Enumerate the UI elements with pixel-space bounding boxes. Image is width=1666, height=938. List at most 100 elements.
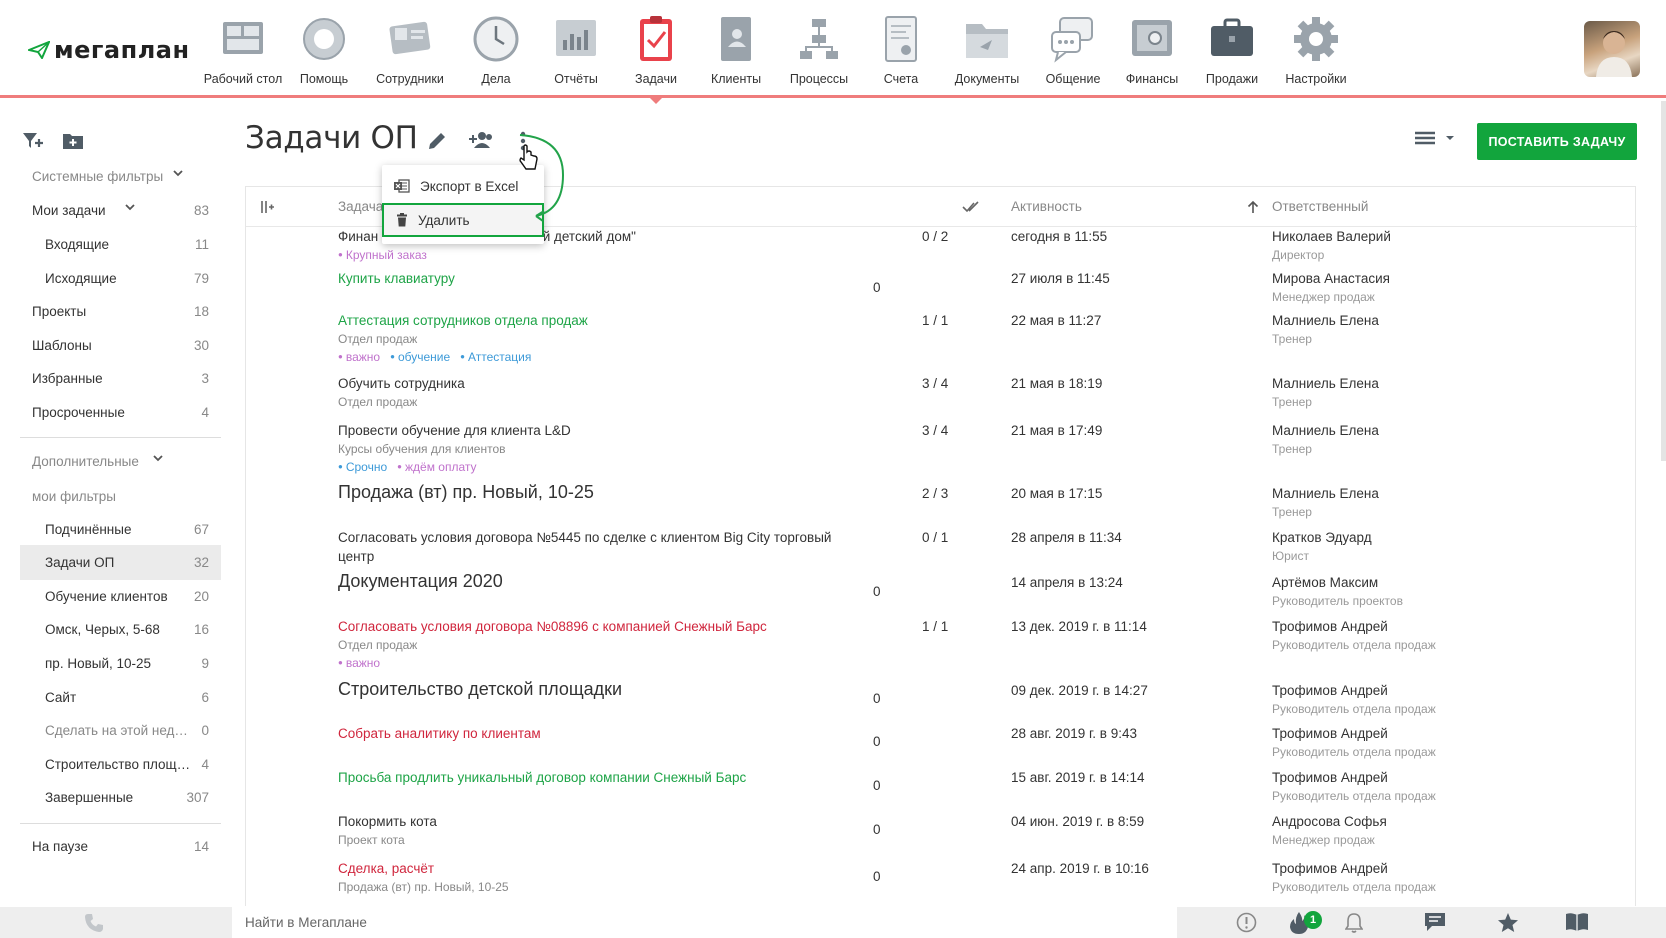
sidebar-item-overdue[interactable]: Просроченные 4 xyxy=(20,395,221,430)
responsible-role: Менеджер продаж xyxy=(1272,833,1375,847)
responsible-name[interactable]: Николаев Валерий xyxy=(1272,229,1391,244)
responsible-name[interactable]: Трофимов Андрей xyxy=(1272,726,1388,741)
sidebar-system-filters[interactable]: Системные фильтры xyxy=(20,159,221,194)
task-tag[interactable]: ждём оплату xyxy=(397,460,477,474)
table-row[interactable]: Собрать аналитику по клиентам 0 28 авг. … xyxy=(246,726,1637,766)
nav-invoices[interactable]: Счета xyxy=(853,14,949,86)
responsible-name[interactable]: Мирова Анастасия xyxy=(1272,271,1390,286)
double-check-icon[interactable] xyxy=(962,201,980,213)
task-title[interactable]: Документация 2020 xyxy=(338,571,503,592)
sidebar-filter-item[interactable]: Сделать на этой нед… 0 xyxy=(20,713,221,748)
responsible-name[interactable]: Трофимов Андрей xyxy=(1272,861,1388,876)
sort-ascending-arrow-icon[interactable] xyxy=(1247,200,1259,214)
view-mode-toggle[interactable] xyxy=(1415,131,1455,145)
sidebar-filter-item[interactable]: Омск, Черых, 5-68 16 xyxy=(20,612,221,647)
task-title-end[interactable]: ый детский дом" xyxy=(533,229,636,244)
star-icon[interactable] xyxy=(1497,912,1519,933)
filter-add-icon[interactable] xyxy=(22,131,44,151)
sidebar-item-outgoing[interactable]: Исходящие 79 xyxy=(20,261,221,296)
table-row[interactable]: Купить клавиатуру 0 27 июля в 11:45 Миро… xyxy=(246,271,1637,312)
table-row[interactable]: Продажа (вт) пр. Новый, 10-25 2 / 3 20 м… xyxy=(246,482,1637,526)
task-title[interactable]: Просьба продлить уникальный договор комп… xyxy=(338,770,746,785)
task-title[interactable]: Обучить сотрудника xyxy=(338,376,465,391)
task-tag[interactable]: важно xyxy=(338,656,380,670)
nav-employees[interactable]: Сотрудники xyxy=(362,14,458,86)
megaplan-logo[interactable]: мегаплан xyxy=(28,36,190,64)
edit-pencil-icon[interactable] xyxy=(426,130,448,152)
sidebar-filter-item-active[interactable]: Задачи ОП 32 xyxy=(20,545,221,580)
task-title[interactable]: Продажа (вт) пр. Новый, 10-25 xyxy=(338,482,594,503)
task-title[interactable]: Согласовать условия договора №08896 с ко… xyxy=(338,619,767,634)
column-header-responsible[interactable]: Ответственный xyxy=(1272,199,1368,214)
responsible-name[interactable]: Малниель Елена xyxy=(1272,376,1379,391)
global-search-input[interactable] xyxy=(232,907,1177,938)
responsible-name[interactable]: Малниель Елена xyxy=(1272,313,1379,328)
sidebar-filter-item[interactable]: Сайт 6 xyxy=(20,680,221,715)
table-row[interactable]: Согласовать условия договора №5445 по сд… xyxy=(246,530,1637,572)
nav-clients[interactable]: Клиенты xyxy=(688,14,784,86)
task-title[interactable]: Сделка, расчёт xyxy=(338,861,434,876)
column-header-activity[interactable]: Активность xyxy=(1011,199,1082,214)
task-tag[interactable]: обучение xyxy=(390,350,450,364)
task-title[interactable]: Купить клавиатуру xyxy=(338,271,455,286)
page-scrollbar[interactable] xyxy=(1661,101,1666,461)
task-tag[interactable]: Крупный заказ xyxy=(338,248,427,262)
responsible-name[interactable]: Малниель Елена xyxy=(1272,486,1379,501)
sidebar-item-count: 83 xyxy=(193,203,209,218)
responsible-name[interactable]: Малниель Елена xyxy=(1272,423,1379,438)
table-row[interactable]: Провести обучение для клиента L&D Курсы … xyxy=(246,423,1637,483)
sidebar-additional[interactable]: Дополнительные xyxy=(20,444,221,479)
sidebar-item-templates[interactable]: Шаблоны 30 xyxy=(20,328,221,363)
columns-settings-icon[interactable] xyxy=(261,200,275,214)
task-title[interactable]: Аттестация сотрудников отдела продаж xyxy=(338,313,588,328)
sidebar-item-paused[interactable]: На паузе 14 xyxy=(20,829,221,864)
sidebar-item-favorites[interactable]: Избранные 3 xyxy=(20,361,221,396)
responsible-name[interactable]: Трофимов Андрей xyxy=(1272,619,1388,634)
task-title[interactable]: Согласовать условия договора №5445 по сд… xyxy=(338,530,831,545)
nav-sales[interactable]: Продажи xyxy=(1184,14,1280,86)
task-tag[interactable]: Срочно xyxy=(338,460,387,474)
user-avatar[interactable] xyxy=(1584,21,1640,77)
folder-add-icon[interactable] xyxy=(62,131,84,151)
phone-icon[interactable] xyxy=(84,913,104,933)
chat-message-icon[interactable] xyxy=(1424,912,1446,932)
sidebar-item-projects[interactable]: Проекты 18 xyxy=(20,294,221,329)
nav-settings[interactable]: Настройки xyxy=(1268,14,1364,86)
nav-documents[interactable]: Документы xyxy=(939,14,1035,86)
task-title[interactable]: Строительство детской площадки xyxy=(338,679,622,700)
table-row[interactable]: Документация 2020 0 14 апреля в 13:24 Ар… xyxy=(246,571,1637,617)
sidebar-filter-item[interactable]: Завершенные 307 xyxy=(20,780,221,815)
task-tag[interactable]: важно xyxy=(338,350,380,364)
task-title[interactable]: Покормить кота xyxy=(338,814,437,829)
responsible-name[interactable]: Трофимов Андрей xyxy=(1272,683,1388,698)
responsible-name[interactable]: Трофимов Андрей xyxy=(1272,770,1388,785)
open-book-icon[interactable] xyxy=(1565,912,1589,932)
column-header-task[interactable]: Задача xyxy=(338,199,383,214)
sidebar-filter-item[interactable]: Обучение клиентов 20 xyxy=(20,579,221,614)
bell-icon[interactable] xyxy=(1345,912,1363,934)
nav-help[interactable]: Помощь xyxy=(276,14,372,86)
table-row[interactable]: Согласовать условия договора №08896 с ко… xyxy=(246,619,1637,679)
table-row[interactable]: Аттестация сотрудников отдела продаж Отд… xyxy=(246,313,1637,373)
table-row[interactable]: Обучить сотрудника Отдел продаж 3 / 4 21… xyxy=(246,376,1637,420)
sidebar-filter-item[interactable]: Подчинённые 67 xyxy=(20,512,221,547)
sidebar-item-incoming[interactable]: Входящие 11 xyxy=(20,227,221,262)
task-title[interactable]: Провести обучение для клиента L&D xyxy=(338,423,571,438)
task-title-start[interactable]: Финан xyxy=(338,229,378,244)
sidebar-filter-item[interactable]: Строительство площ… 4 xyxy=(20,747,221,782)
sidebar-filter-item[interactable]: пр. Новый, 10-25 9 xyxy=(20,646,221,681)
task-title[interactable]: Собрать аналитику по клиентам xyxy=(338,726,541,741)
alert-circle-icon[interactable] xyxy=(1236,912,1257,933)
task-tag[interactable]: Аттестация xyxy=(460,350,531,364)
responsible-name[interactable]: Кратков Эдуард xyxy=(1272,530,1372,545)
table-row[interactable]: Просьба продлить уникальный договор комп… xyxy=(246,770,1637,810)
responsible-name[interactable]: Артёмов Максим xyxy=(1272,575,1378,590)
add-participants-icon[interactable] xyxy=(468,130,494,150)
table-row[interactable]: Сделка, расчёт Продажа (вт) пр. Новый, 1… xyxy=(246,861,1637,905)
table-row[interactable]: Строительство детской площадки 0 09 дек.… xyxy=(246,679,1637,723)
sidebar-item-my-tasks[interactable]: Мои задачи 83 xyxy=(20,193,221,228)
responsible-name[interactable]: Андросова Софья xyxy=(1272,814,1387,829)
new-task-button[interactable]: ПОСТАВИТЬ ЗАДАЧУ xyxy=(1477,123,1637,160)
task-title-continued[interactable]: центр xyxy=(338,549,374,564)
table-row[interactable]: Покормить кота Проект кота 0 04 июн. 201… xyxy=(246,814,1637,856)
